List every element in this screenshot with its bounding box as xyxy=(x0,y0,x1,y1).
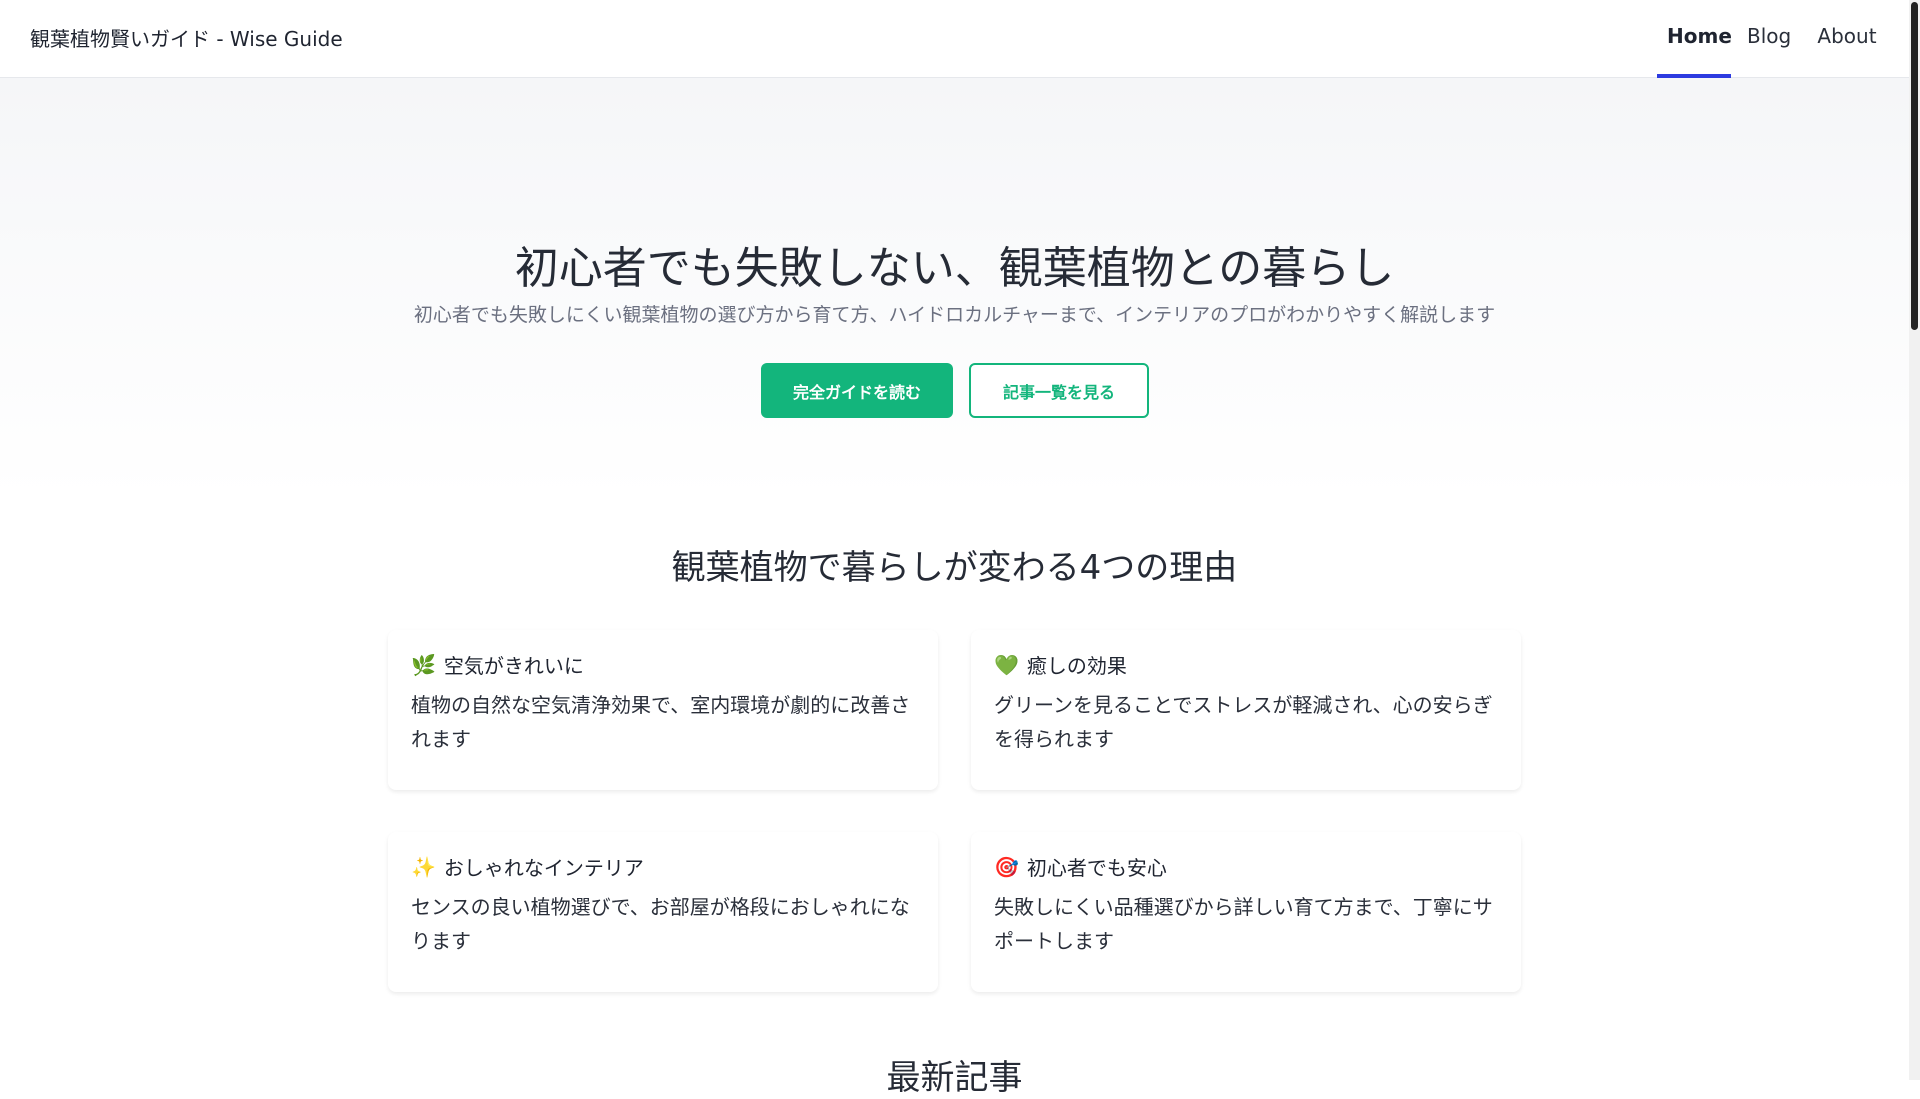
main-nav: Home Blog About xyxy=(1657,0,1909,78)
reason-card-title: 🎯 初心者でも安心 xyxy=(994,852,1167,881)
scrollbar-thumb[interactable] xyxy=(1911,2,1918,330)
reason-card-air: 🌿 空気がきれいに 植物の自然な空気清浄効果で、室内環境が劇的に改善されます xyxy=(388,630,938,790)
read-guide-button[interactable]: 完全ガイドを読む xyxy=(761,363,953,418)
nav-home-link[interactable]: Home xyxy=(1657,0,1732,78)
page-scrollbar[interactable] xyxy=(1909,0,1920,1080)
reason-card-description: 失敗しにくい品種選びから詳しい育て方まで、丁寧にサポートします xyxy=(994,895,1493,953)
reasons-section-title: 観葉植物で暮らしが変わる4つの理由 xyxy=(671,548,1238,588)
latest-articles-title: 最新記事 xyxy=(886,1058,1023,1098)
reason-card-title: ✨ おしゃれなインテリア xyxy=(411,852,644,881)
reason-card-description: センスの良い植物選びで、お部屋が格段におしゃれになります xyxy=(411,895,910,953)
site-brand-link[interactable]: 観葉植物賢いガイド - Wise Guide xyxy=(30,23,343,52)
reason-card-title: 🌿 空気がきれいに xyxy=(411,650,584,679)
nav-blog-link[interactable]: Blog xyxy=(1737,0,1795,78)
reason-card-healing: 💚 癒しの効果 グリーンを見ることでストレスが軽減され、心の安らぎを得られます xyxy=(971,630,1521,790)
reason-card-description: グリーンを見ることでストレスが軽減され、心の安らぎを得られます xyxy=(994,693,1493,751)
green-heart-icon: 💚 xyxy=(994,652,1019,677)
hero-title: 初心者でも失敗しない、観葉植物との暮らし xyxy=(514,243,1395,294)
nav-about-link[interactable]: About xyxy=(1807,0,1887,78)
sparkles-icon: ✨ xyxy=(411,854,436,879)
reason-card-title-text: 癒しの効果 xyxy=(1026,654,1127,678)
view-articles-button[interactable]: 記事一覧を見る xyxy=(969,363,1149,418)
reason-card-description: 植物の自然な空気清浄効果で、室内環境が劇的に改善されます xyxy=(411,693,911,751)
reason-card-title-text: 空気がきれいに xyxy=(443,654,584,678)
site-header: 観葉植物賢いガイド - Wise Guide Home Blog About xyxy=(0,0,1909,78)
reason-card-interior: ✨ おしゃれなインテリア センスの良い植物選びで、お部屋が格段におしゃれになりま… xyxy=(388,832,938,992)
target-icon: 🎯 xyxy=(994,854,1019,879)
reason-card-title-text: おしゃれなインテリア xyxy=(443,856,644,880)
reason-card-beginner: 🎯 初心者でも安心 失敗しにくい品種選びから詳しい育て方まで、丁寧にサポートしま… xyxy=(971,832,1521,992)
herb-icon: 🌿 xyxy=(411,652,436,677)
hero-subtitle: 初心者でも失敗しにくい観葉植物の選び方から育て方、ハイドロカルチャーまで、インテ… xyxy=(413,304,1496,326)
reason-card-title-text: 初心者でも安心 xyxy=(1026,856,1167,880)
reason-card-title: 💚 癒しの効果 xyxy=(994,650,1127,679)
